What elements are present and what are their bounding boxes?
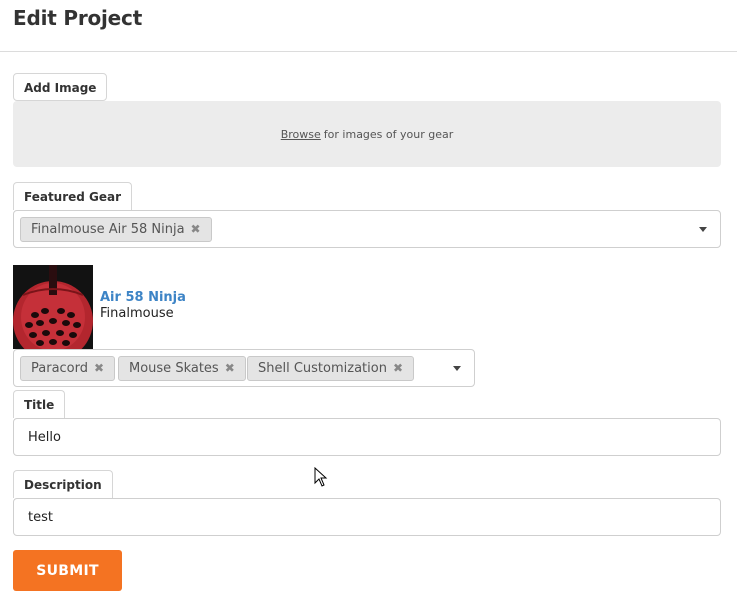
mod-chip-label: Shell Customization [258,361,387,376]
gear-chip: Finalmouse Air 58 Ninja ✖ [20,217,212,242]
mod-chip: Paracord ✖ [20,356,116,381]
remove-chip-icon[interactable]: ✖ [393,357,403,380]
chevron-down-icon[interactable] [453,366,461,371]
page-title: Edit Project [13,6,143,30]
title-label: Title [13,390,66,418]
image-dropzone[interactable]: Browse for images of your gear [13,101,721,167]
description-label: Description [13,470,113,498]
browse-link[interactable]: Browse [281,128,321,141]
chevron-down-icon[interactable] [699,227,707,232]
remove-chip-icon[interactable]: ✖ [225,357,235,380]
featured-gear-select[interactable]: Finalmouse Air 58 Ninja ✖ [13,210,721,248]
product-image [13,265,93,349]
dropzone-hint: for images of your gear [323,127,454,141]
title-field[interactable] [13,418,721,456]
gear-chip-label: Finalmouse Air 58 Ninja [31,222,185,237]
description-field[interactable] [13,498,721,536]
add-image-button[interactable]: Add Image [13,73,108,101]
mod-chip-label: Mouse Skates [129,361,219,376]
mouse-cursor-icon [314,466,328,491]
remove-chip-icon[interactable]: ✖ [94,357,104,380]
mods-select[interactable]: Paracord ✖ Mouse Skates ✖ Shell Customiz… [13,349,475,387]
mod-chip-label: Paracord [31,361,89,376]
remove-chip-icon[interactable]: ✖ [191,218,201,241]
product-name-link[interactable]: Air 58 Ninja [100,290,186,305]
mod-chip: Mouse Skates ✖ [118,356,246,381]
mod-chip: Shell Customization ✖ [247,356,415,381]
product-brand: Finalmouse [100,306,174,321]
featured-gear-label: Featured Gear [13,182,133,210]
page-header: Edit Project [0,0,737,52]
submit-button[interactable]: SUBMIT [13,550,122,591]
